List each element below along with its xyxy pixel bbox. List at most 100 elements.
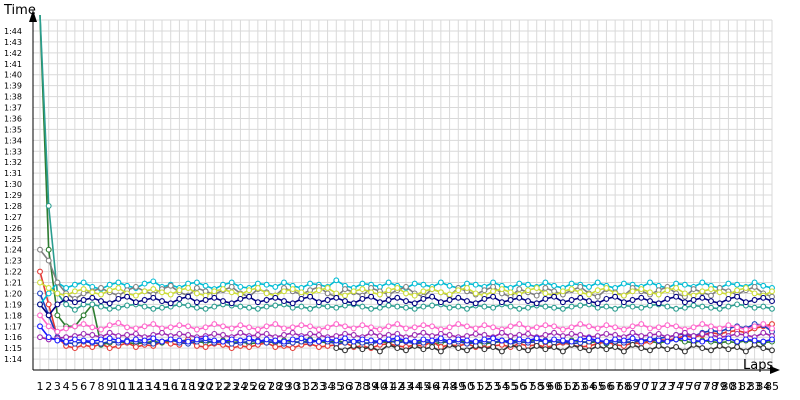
data-point: [690, 337, 697, 344]
data-point: [507, 303, 514, 310]
data-point: [490, 344, 497, 350]
series-1: [39, 14, 775, 348]
series-4: [39, 14, 775, 313]
data-point: [612, 305, 619, 312]
data-point: [150, 321, 157, 328]
data-point: [272, 302, 279, 309]
data-point: [263, 290, 270, 297]
y-tick-label: 1:14: [4, 355, 22, 364]
data-point: [760, 294, 767, 301]
data-point: [89, 294, 96, 301]
data-point: [594, 300, 601, 307]
data-point: [254, 285, 261, 291]
x-tick-label: 1: [37, 380, 44, 393]
data-point: [647, 279, 653, 286]
data-point: [359, 336, 366, 343]
data-point: [202, 305, 209, 312]
x-tick-label: 4: [63, 380, 70, 393]
data-point: [324, 324, 331, 331]
y-tick-label: 1:32: [4, 158, 22, 167]
data-point: [403, 325, 409, 332]
data-point: [525, 304, 531, 311]
data-point: [429, 323, 436, 330]
data-point: [359, 322, 366, 329]
data-point: [315, 326, 322, 333]
lap-times-chart: 1:14 1:15 1:16 1:17 1:18 1:19 1:201:21 1:22 1:23…: [3, 3, 780, 393]
data-point: [403, 337, 409, 344]
data-point: [281, 325, 287, 332]
data-point: [734, 293, 741, 300]
data-point: [45, 246, 52, 253]
data-point: [629, 335, 636, 342]
data-point: [647, 298, 653, 305]
data-point: [307, 280, 314, 287]
data-point: [481, 322, 488, 329]
data-point: [124, 293, 131, 300]
data-point: [141, 297, 148, 303]
data-point: [577, 321, 584, 328]
data-point: [124, 324, 131, 331]
data-point: [446, 304, 453, 311]
data-point: [690, 302, 697, 309]
data-point: [45, 312, 52, 319]
data-point: [359, 295, 366, 302]
data-point: [54, 301, 61, 308]
y-tick-label: 1:16: [4, 333, 22, 342]
y-tick-label: 1:20: [4, 289, 22, 298]
data-point: [647, 289, 653, 296]
data-point: [98, 336, 104, 343]
data-point: [612, 293, 619, 300]
data-point: [54, 328, 61, 335]
data-point: [620, 280, 627, 287]
data-point: [298, 335, 305, 342]
data-point: [281, 279, 287, 286]
data-point: [603, 346, 610, 353]
y-tick-labels: 1:14 1:15 1:16 1:17 1:18 1:19 1:201:21 1:22 1:23…: [4, 27, 22, 364]
data-point: [350, 288, 357, 295]
data-point: [115, 285, 122, 291]
data-point: [586, 347, 592, 354]
data-point: [760, 329, 767, 336]
data-point: [202, 297, 209, 303]
data-point: [159, 304, 165, 311]
data-point: [734, 281, 741, 288]
data-point: [45, 290, 52, 297]
data-point: [350, 300, 357, 307]
data-point: [603, 295, 610, 302]
data-point: [559, 326, 566, 333]
data-point: [594, 287, 601, 294]
data-point: [385, 323, 392, 330]
data-point: [368, 337, 375, 344]
data-point: [681, 304, 688, 311]
data-point: [80, 337, 87, 344]
data-point: [673, 285, 680, 291]
data-point: [98, 326, 104, 333]
data-point: [429, 293, 436, 300]
data-point: [315, 287, 322, 294]
data-point: [525, 287, 531, 294]
data-point: [760, 338, 767, 345]
data-point: [167, 291, 174, 298]
data-point: [673, 344, 680, 350]
data-point: [45, 323, 52, 330]
data-point: [751, 323, 758, 330]
data-point: [533, 335, 540, 342]
data-point: [664, 346, 671, 353]
data-point: [307, 323, 314, 330]
data-point: [420, 295, 427, 302]
data-point: [629, 341, 636, 348]
data-point: [411, 338, 418, 345]
data-point: [420, 346, 427, 353]
data-point: [673, 323, 680, 330]
data-point: [708, 286, 714, 293]
data-point: [176, 322, 183, 329]
y-tick-label: 1:37: [4, 104, 22, 113]
data-point: [106, 305, 113, 312]
data-point: [37, 290, 43, 297]
data-point: [132, 344, 139, 350]
data-point: [115, 279, 122, 286]
y-tick-label: 1:23: [4, 257, 22, 266]
data-point: [420, 329, 427, 336]
data-point: [716, 300, 723, 307]
data-point: [638, 321, 645, 328]
